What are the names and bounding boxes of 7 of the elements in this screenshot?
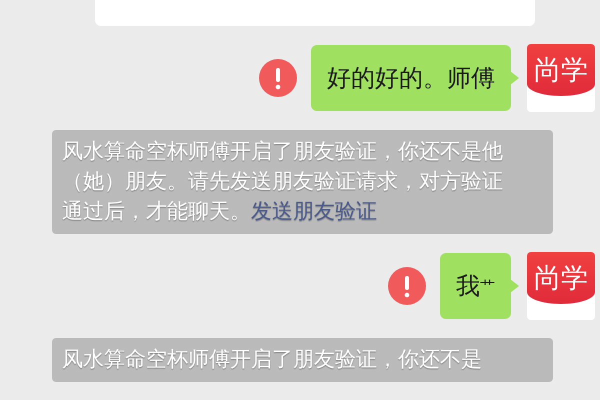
error-icon[interactable] xyxy=(259,59,297,97)
system-notice: 风水算命空杯师傅开启了朋友验证，你还不是 xyxy=(52,338,553,382)
avatar-logo[interactable]: 尚学 xyxy=(527,44,595,112)
system-notice: 风水算命空杯师傅开启了朋友验证，你还不是他（她）朋友。请先发送朋友验证请求，对方验证通过后，才能聊天。发送朋友验证 xyxy=(52,130,553,234)
verify-link[interactable]: 发送朋友验证 xyxy=(251,199,377,223)
error-icon[interactable] xyxy=(388,267,426,305)
avatar-logo[interactable]: 尚学 xyxy=(527,252,595,320)
